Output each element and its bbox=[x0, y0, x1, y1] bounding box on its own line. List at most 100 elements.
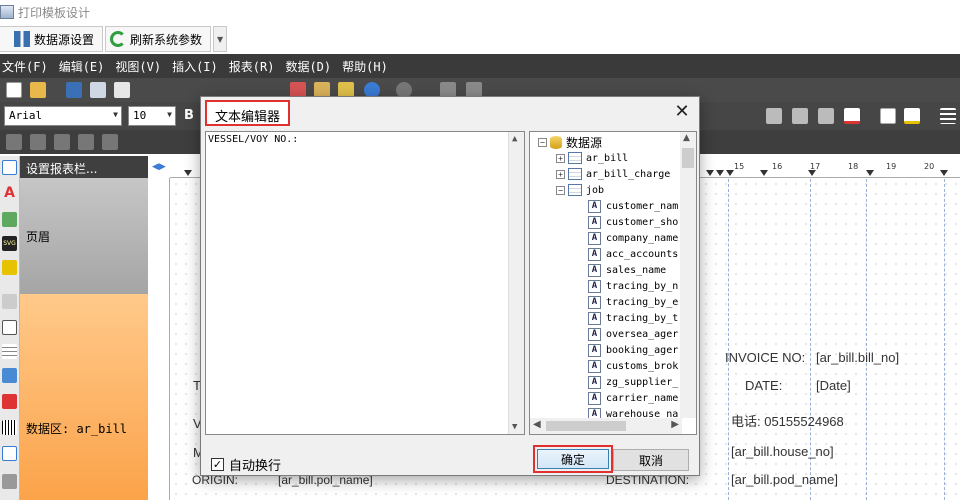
checkbox-icon[interactable] bbox=[2, 446, 17, 461]
qrcode-icon[interactable] bbox=[2, 420, 17, 435]
text-editor-input[interactable]: VESSEL/VOY NO.: bbox=[208, 134, 508, 430]
text-icon[interactable]: A bbox=[2, 186, 17, 201]
column-marker[interactable] bbox=[706, 170, 714, 176]
tree-vscrollbar[interactable]: ▲ bbox=[680, 132, 696, 418]
menu-data[interactable]: 数据(D) bbox=[283, 58, 340, 75]
collapse-icon[interactable]: − bbox=[538, 137, 547, 147]
column-marker[interactable] bbox=[760, 170, 768, 176]
expand-icon[interactable]: + bbox=[556, 153, 565, 163]
menu-help[interactable]: 帮助(H) bbox=[340, 58, 397, 75]
table-icon[interactable] bbox=[2, 344, 17, 359]
data-band[interactable]: 数据区: ar_bill bbox=[20, 294, 148, 500]
ok-button[interactable]: 确定 bbox=[533, 445, 613, 473]
tree-field-item[interactable]: Abooking_ager bbox=[588, 342, 678, 358]
invoice-no-value[interactable]: [ar_bill.bill_no] bbox=[816, 350, 899, 365]
cancel-button[interactable]: 取消 bbox=[613, 449, 689, 471]
datasource-tree[interactable]: − 数据源 + ar_bill + ar_bill_charge − job A… bbox=[529, 131, 697, 435]
datasource-settings-button[interactable]: 数据源设置 bbox=[0, 26, 104, 52]
menu-edit[interactable]: 编辑(E) bbox=[57, 58, 114, 75]
page-icon[interactable] bbox=[114, 82, 130, 98]
editor-scrollbar[interactable]: ▲ ▼ bbox=[508, 132, 524, 434]
tree-field-item[interactable]: Acompany_name bbox=[588, 230, 678, 246]
tree-field-item[interactable]: Atracing_by_e bbox=[588, 294, 678, 310]
tree-hscrollbar[interactable]: ◀ ▶ bbox=[530, 418, 682, 434]
barcode-icon[interactable] bbox=[2, 394, 17, 409]
scroll-up-icon[interactable]: ▲ bbox=[512, 134, 517, 144]
move-icon[interactable] bbox=[6, 134, 22, 150]
date-label[interactable]: DATE: bbox=[745, 378, 782, 393]
invoice-no-label[interactable]: INVOICE NO: bbox=[725, 350, 805, 365]
menu-lines-icon[interactable] bbox=[940, 108, 956, 124]
tree-field-item[interactable]: Acustomer_nam bbox=[588, 198, 678, 214]
column-marker[interactable] bbox=[940, 170, 948, 176]
tree-table-ar-bill[interactable]: + ar_bill bbox=[556, 150, 628, 166]
tree-field-item[interactable]: Acustoms_brok bbox=[588, 358, 678, 374]
font-color-icon[interactable] bbox=[904, 108, 920, 124]
align-center-icon[interactable] bbox=[792, 108, 808, 124]
tree-field-item[interactable]: Atracing_by_t bbox=[588, 310, 678, 326]
tree-field-item[interactable]: Acustomer_sho bbox=[588, 214, 678, 230]
trash-icon[interactable] bbox=[102, 134, 118, 150]
scroll-up-icon[interactable]: ▲ bbox=[683, 133, 690, 143]
checkbox-box[interactable]: ✓ bbox=[211, 458, 224, 471]
quickbar-dropdown-icon[interactable]: ▼ bbox=[213, 26, 228, 52]
line-icon[interactable] bbox=[2, 294, 17, 309]
misc-icon[interactable] bbox=[2, 474, 17, 489]
scroll-thumb[interactable] bbox=[682, 148, 694, 168]
column-marker[interactable] bbox=[716, 170, 724, 176]
font-size-select[interactable]: 10 ▼ bbox=[128, 106, 176, 126]
menu-insert[interactable]: 插入(I) bbox=[170, 58, 227, 75]
tree-field-item[interactable]: Asales_name bbox=[588, 262, 666, 278]
date-value[interactable]: [Date] bbox=[816, 378, 851, 393]
new-icon[interactable] bbox=[6, 82, 22, 98]
align-right-icon[interactable] bbox=[818, 108, 834, 124]
pointer-icon[interactable] bbox=[2, 160, 17, 175]
shape-icon[interactable] bbox=[2, 260, 17, 275]
column-marker[interactable] bbox=[866, 170, 874, 176]
scissors-icon[interactable] bbox=[30, 134, 46, 150]
menu-view[interactable]: 视图(V) bbox=[113, 58, 170, 75]
close-icon[interactable]: ✕ bbox=[673, 103, 691, 121]
menu-report[interactable]: 报表(R) bbox=[227, 58, 284, 75]
bold-button[interactable]: B bbox=[184, 108, 194, 123]
pod-name-value[interactable]: [ar_bill.pod_name] bbox=[731, 472, 838, 487]
collapse-icon[interactable]: − bbox=[556, 185, 565, 195]
scroll-right-icon[interactable]: ▶ bbox=[671, 419, 679, 430]
scroll-thumb[interactable] bbox=[546, 421, 626, 431]
fill-color-icon[interactable] bbox=[844, 108, 860, 124]
refresh-params-button[interactable]: 刷新系统参数 bbox=[105, 26, 212, 52]
column-marker[interactable] bbox=[184, 170, 192, 176]
report-band-settings[interactable]: 设置报表栏... bbox=[20, 156, 148, 178]
copy-page-icon[interactable] bbox=[90, 82, 106, 98]
tree-field-item[interactable]: Azg_supplier_ bbox=[588, 374, 678, 390]
svg-icon[interactable]: SVG bbox=[2, 236, 17, 251]
tree-table-ar-bill-charge[interactable]: + ar_bill_charge bbox=[556, 166, 670, 182]
tree-field-item[interactable]: Atracing_by_n bbox=[588, 278, 678, 294]
tree-field-item[interactable]: Aoversea_ager bbox=[588, 326, 678, 342]
text-editor-area[interactable]: VESSEL/VOY NO.: ▲ ▼ bbox=[205, 131, 525, 435]
align-left-icon[interactable] bbox=[766, 108, 782, 124]
tree-table-job[interactable]: − job bbox=[556, 182, 604, 198]
auto-wrap-checkbox[interactable]: ✓ 自动换行 bbox=[211, 455, 281, 474]
tree-root[interactable]: − 数据源 bbox=[538, 134, 602, 150]
column-marker[interactable] bbox=[808, 170, 816, 176]
expand-icon[interactable]: + bbox=[556, 169, 565, 179]
font-family-select[interactable]: Arial ▼ bbox=[4, 106, 122, 126]
column-marker[interactable] bbox=[726, 170, 734, 176]
menu-file[interactable]: 文件(F) bbox=[0, 58, 57, 75]
rectangle-icon[interactable] bbox=[2, 320, 17, 335]
tree-field-item[interactable]: Aacc_accounts bbox=[588, 246, 678, 262]
group-icon[interactable] bbox=[78, 134, 94, 150]
scroll-down-icon[interactable]: ▼ bbox=[512, 422, 517, 432]
phone-text[interactable]: 电话: 05155524968 bbox=[731, 411, 844, 430]
open-icon[interactable] bbox=[30, 82, 46, 98]
save-icon[interactable] bbox=[66, 82, 82, 98]
border-icon[interactable] bbox=[880, 108, 896, 124]
scroll-left-icon[interactable]: ◀ bbox=[533, 419, 541, 430]
tree-field-item[interactable]: Acarrier_name bbox=[588, 390, 678, 406]
image-icon[interactable] bbox=[2, 212, 17, 227]
page-header-band[interactable]: 页眉 bbox=[20, 178, 148, 294]
crosshair-icon[interactable] bbox=[54, 134, 70, 150]
house-no-value[interactable]: [ar_bill.house_no] bbox=[731, 444, 834, 459]
chart-icon[interactable] bbox=[2, 368, 17, 383]
